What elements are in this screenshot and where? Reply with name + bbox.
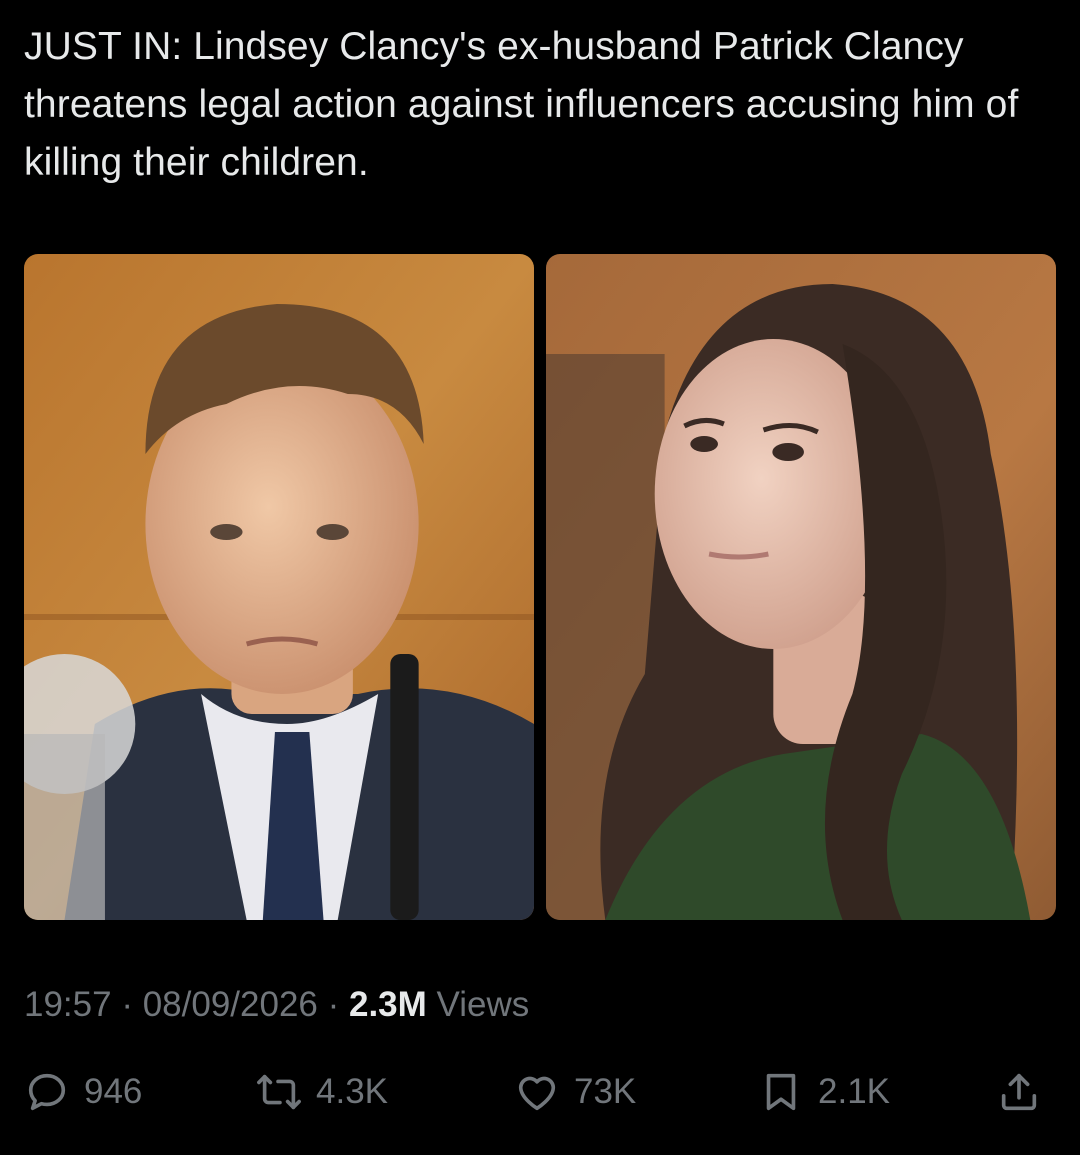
photo-woman-image [546,254,1056,920]
views-count[interactable]: 2.3M [349,985,427,1024]
bookmark-icon [766,1073,796,1111]
retweet-button[interactable]: 4.3K [256,1064,388,1120]
photo-woman[interactable] [546,254,1056,920]
tweet-date[interactable]: 08/09/2026 [143,985,318,1024]
like-button[interactable]: 73K [514,1064,636,1120]
heart-icon [518,1076,556,1111]
photo-man-image [24,254,534,920]
tweet-text: JUST IN: Lindsey Clancy's ex-husband Pat… [24,25,1019,184]
retweet-count: 4.3K [316,1072,388,1111]
photo-man[interactable] [24,254,534,920]
like-count: 73K [574,1072,637,1111]
tweet-time[interactable]: 19:57 [24,985,112,1024]
views-label: Views [426,985,530,1024]
media-grid [24,254,1056,920]
share-icon [1001,1073,1037,1111]
bookmark-count: 2.1K [818,1072,890,1111]
bookmark-button[interactable]: 2.1K [758,1064,890,1120]
meta-separator: · [111,985,143,1024]
share-button[interactable] [996,1064,1042,1120]
reply-button[interactable]: 946 [24,1064,142,1120]
reply-count: 946 [84,1072,143,1111]
actions-bar: 946 4.3K 73K 2.1K [24,1064,1056,1120]
reply-icon [28,1073,66,1111]
tweet-meta: 19:57 · 08/09/2026 · 2.3M Views [24,984,529,1026]
retweet-icon [257,1074,301,1110]
meta-separator: · [317,985,349,1024]
